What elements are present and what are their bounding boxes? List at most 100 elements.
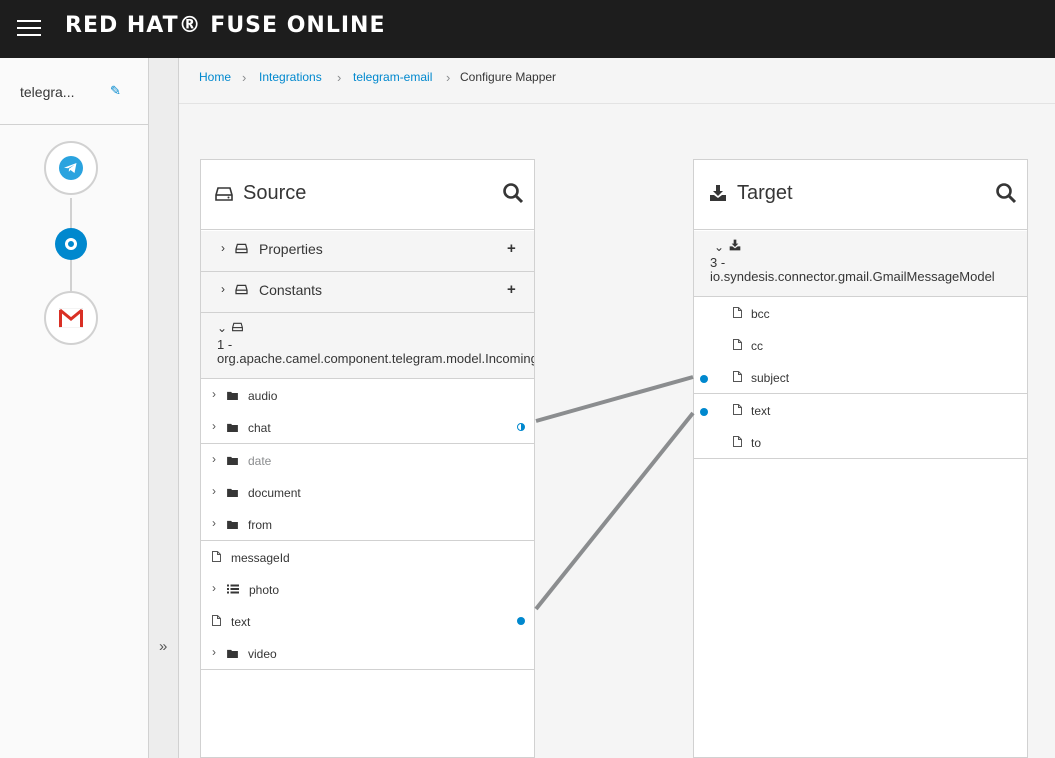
source-field-messageid[interactable]: messageId	[201, 540, 534, 574]
breadcrumb: Home › Integrations › telegram-email › C…	[179, 58, 1055, 104]
hdd-icon	[215, 187, 233, 201]
breadcrumb-home[interactable]: Home	[199, 70, 231, 84]
field-label: messageId	[231, 550, 290, 565]
source-field-document[interactable]: › document	[201, 475, 534, 509]
expand-panel-icon[interactable]: »	[159, 638, 167, 655]
chevron-right-icon[interactable]: ›	[212, 419, 216, 433]
download-icon	[710, 185, 726, 201]
collapse-strip: »	[149, 58, 179, 758]
target-title: Target	[737, 182, 793, 204]
hamburger-menu-icon[interactable]	[17, 20, 41, 38]
breadcrumb-separator: ›	[337, 70, 342, 85]
pencil-icon[interactable]: ✎	[110, 83, 121, 99]
source-field-video[interactable]: › video	[201, 637, 534, 671]
step-gmail[interactable]	[44, 291, 98, 345]
hdd-icon	[235, 284, 248, 295]
target-field-subject[interactable]: subject	[694, 361, 1027, 395]
target-header: Target	[694, 160, 1027, 230]
source-document-name: org.apache.camel.component.telegram.mode…	[217, 351, 534, 366]
search-icon[interactable]	[502, 182, 524, 204]
breadcrumb-integration[interactable]: telegram-email	[353, 70, 432, 84]
field-label: date	[248, 453, 272, 468]
field-label: photo	[249, 582, 280, 597]
source-document-index: 1 -	[217, 337, 233, 352]
breadcrumb-separator: ›	[446, 70, 451, 85]
field-label: subject	[751, 371, 790, 386]
folder-icon	[227, 518, 238, 532]
step-telegram[interactable]	[44, 141, 98, 195]
file-icon	[733, 435, 742, 450]
target-field-to[interactable]: to	[694, 425, 1027, 459]
chevron-right-icon: ›	[221, 282, 225, 296]
folder-icon	[227, 647, 238, 661]
chevron-down-icon: ⌄	[217, 321, 244, 335]
folder-icon	[227, 389, 238, 403]
source-field-text[interactable]: text	[201, 605, 534, 639]
target-field-text[interactable]: text	[694, 393, 1027, 427]
breadcrumb-current: Configure Mapper	[460, 70, 557, 84]
partial-mapped-indicator-icon	[517, 423, 525, 432]
hdd-icon	[232, 322, 244, 332]
constants-label: Constants	[259, 282, 323, 298]
source-field-photo[interactable]: › photo	[201, 572, 534, 606]
brand-logo[interactable]: RED HAT® FUSE ONLINE	[65, 13, 385, 38]
file-icon	[733, 307, 742, 321]
gmail-icon	[59, 308, 83, 328]
breadcrumb-integrations[interactable]: Integrations	[259, 70, 322, 84]
file-icon	[212, 550, 221, 565]
top-navbar: RED HAT® FUSE ONLINE	[0, 0, 1055, 58]
constants-section[interactable]: › Constants +	[201, 272, 534, 313]
field-label: text	[231, 615, 251, 630]
add-property-icon[interactable]: +	[507, 240, 516, 257]
breadcrumb-separator: ›	[242, 70, 247, 85]
target-document-header[interactable]: ⌄ 3 - io.syndesis.connector.gmail.GmailM…	[694, 231, 1027, 297]
field-label: to	[751, 435, 762, 450]
target-field-cc[interactable]: cc	[694, 329, 1027, 363]
mapped-indicator-icon	[700, 407, 708, 416]
source-field-date[interactable]: › date	[201, 443, 534, 477]
source-field-from[interactable]: › from	[201, 508, 534, 542]
integration-steps-panel: telegra... ✎	[0, 58, 149, 758]
list-icon	[227, 583, 239, 597]
field-label: bcc	[751, 307, 770, 321]
file-icon	[733, 371, 742, 385]
mapped-indicator-icon	[700, 375, 708, 384]
source-field-chat[interactable]: › chat	[201, 411, 534, 445]
chevron-right-icon[interactable]: ›	[212, 581, 216, 595]
source-panel: Source › Properties + › Constants + ⌄ 1 …	[200, 159, 535, 758]
field-label: audio	[248, 389, 278, 403]
download-icon	[730, 239, 741, 251]
search-icon[interactable]	[995, 182, 1017, 204]
folder-icon	[227, 486, 238, 500]
source-header: Source	[201, 160, 534, 230]
file-icon	[212, 615, 221, 629]
chevron-right-icon[interactable]: ›	[212, 387, 216, 401]
chevron-right-icon: ›	[221, 241, 225, 255]
integration-name: telegra...	[20, 84, 75, 100]
properties-section[interactable]: › Properties +	[201, 231, 534, 272]
file-icon	[733, 339, 742, 353]
field-label: text	[751, 403, 771, 418]
field-label: document	[248, 485, 301, 500]
properties-label: Properties	[259, 241, 323, 257]
field-label: from	[248, 518, 272, 533]
source-field-audio[interactable]: › audio	[201, 379, 534, 412]
step-data-mapper[interactable]	[55, 228, 87, 260]
add-constant-icon[interactable]: +	[507, 281, 516, 298]
folder-icon	[227, 454, 238, 468]
chevron-right-icon[interactable]: ›	[212, 452, 216, 466]
mapped-indicator-icon	[517, 617, 525, 626]
chevron-right-icon[interactable]: ›	[212, 516, 216, 530]
chevron-right-icon[interactable]: ›	[212, 484, 216, 498]
chevron-right-icon[interactable]: ›	[212, 645, 216, 659]
target-document-name: io.syndesis.connector.gmail.GmailMessage…	[710, 269, 995, 284]
source-document-header[interactable]: ⌄ 1 - org.apache.camel.component.telegra…	[201, 313, 534, 379]
target-panel: Target ⌄ 3 - io.syndesis.connector.gmail…	[693, 159, 1028, 758]
folder-icon	[227, 421, 238, 435]
data-mapper-step-icon	[65, 238, 77, 250]
hdd-icon	[235, 243, 248, 254]
target-field-bcc[interactable]: bcc	[694, 297, 1027, 330]
integration-name-row: telegra... ✎	[0, 58, 148, 125]
field-label: chat	[248, 421, 271, 436]
chevron-down-icon: ⌄	[714, 239, 741, 254]
